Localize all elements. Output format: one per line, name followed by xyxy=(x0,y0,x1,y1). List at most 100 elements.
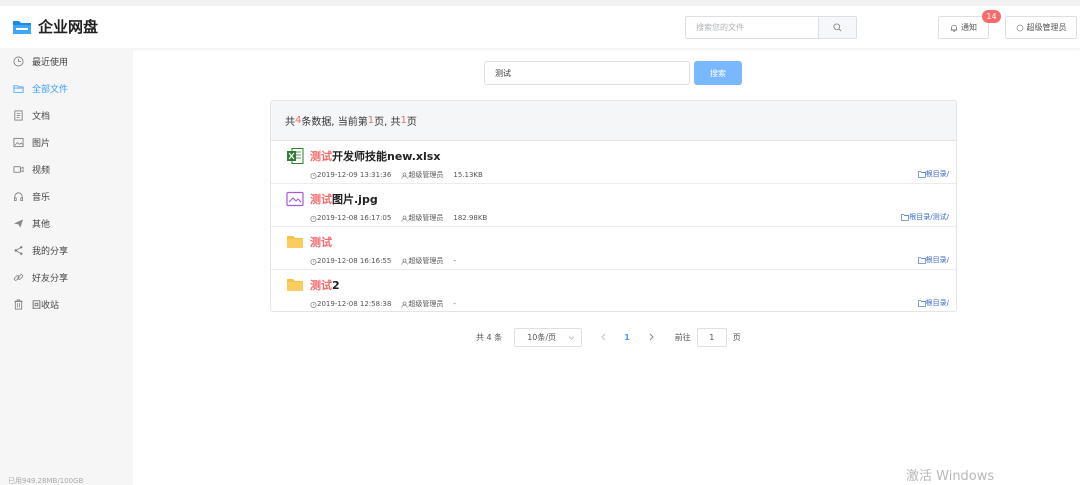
cloud-drive-logo-icon xyxy=(12,18,32,35)
video-icon xyxy=(12,163,24,175)
sidebar: 最近使用 全部文件 文档 图片 视频 音乐 其他 我的分享 好友分享 回收站 已… xyxy=(0,48,133,485)
pagination-total: 共 4 条 xyxy=(476,333,503,342)
sidebar-item-recent[interactable]: 最近使用 xyxy=(0,48,133,74)
pagination: 共 4 条 10条/页 1 前往 1 页 xyxy=(476,328,741,347)
file-size: - xyxy=(453,257,456,265)
file-path-link[interactable]: 根目录/测试/ xyxy=(901,212,949,222)
sidebar-item-label: 回收站 xyxy=(32,300,60,311)
file-name[interactable]: 测试2 xyxy=(310,277,340,293)
sidebar-item-label: 文档 xyxy=(32,111,51,122)
sidebar-item-music[interactable]: 音乐 xyxy=(0,183,133,209)
user-icon xyxy=(401,172,408,179)
user-icon xyxy=(401,301,408,308)
sidebar-item-images[interactable]: 图片 xyxy=(0,129,133,155)
goto-page-input[interactable]: 1 xyxy=(696,328,727,347)
file-meta: 2019-12-08 16:16:55 超级管理员 - xyxy=(310,256,456,266)
file-row[interactable]: 测试图片.jpg 2019-12-08 16:17:05 超级管理员 182.9… xyxy=(271,184,956,227)
folder-icon xyxy=(12,82,24,94)
storage-usage: 已用949.28MB/100GB xyxy=(8,477,84,485)
name-highlight: 测试 xyxy=(310,150,332,163)
file-name[interactable]: 测试图片.jpg xyxy=(310,191,378,207)
trash-icon xyxy=(12,298,24,310)
top-search-box xyxy=(685,16,857,39)
sidebar-item-label: 其他 xyxy=(32,219,51,230)
sidebar-item-label: 音乐 xyxy=(32,192,51,203)
chevron-down-icon xyxy=(568,336,575,340)
goto-suffix: 页 xyxy=(732,333,741,342)
alarm-clock-icon xyxy=(310,215,317,222)
file-path: 根目录/ xyxy=(925,256,949,264)
results-summary: 共 4 条数据, 当前第 1 页, 共1页 xyxy=(271,101,956,141)
summary-mid2: 页, 共 xyxy=(374,117,401,128)
file-row[interactable]: 测试开发师技能new.xlsx 2019-12-09 13:31:36 超级管理… xyxy=(271,141,956,184)
notification-button[interactable]: 通知 xyxy=(938,16,989,39)
file-path-link[interactable]: 根目录/ xyxy=(917,169,949,179)
file-meta: 2019-12-08 12:58:38 超级管理员 - xyxy=(310,299,456,309)
folder-icon xyxy=(286,233,304,251)
sidebar-item-label: 视频 xyxy=(32,165,51,176)
logo[interactable]: 企业网盘 xyxy=(12,16,98,37)
notification-label: 通知 xyxy=(961,23,977,32)
file-row[interactable]: 测试2 2019-12-08 12:58:38 超级管理员 - 根目录/ xyxy=(271,270,956,311)
page-size-select[interactable]: 10条/页 xyxy=(514,328,583,347)
file-time: 2019-12-08 12:58:38 xyxy=(317,300,392,308)
search-value: 测试 xyxy=(495,68,511,78)
file-time: 2019-12-09 13:31:36 xyxy=(317,171,392,179)
name-highlight: 测试 xyxy=(310,236,332,249)
prev-page-button[interactable] xyxy=(600,333,607,343)
file-name[interactable]: 测试 xyxy=(310,234,332,250)
file-owner: 超级管理员 xyxy=(408,257,444,265)
folder-outline-icon xyxy=(917,299,926,307)
excel-icon xyxy=(286,147,304,165)
user-circle-icon xyxy=(1016,24,1023,31)
send-icon xyxy=(12,217,24,229)
page-number-button[interactable]: 1 xyxy=(624,333,630,342)
folder-outline-icon xyxy=(917,170,926,178)
top-search-input[interactable] xyxy=(686,17,818,38)
top-search-button[interactable] xyxy=(818,17,856,38)
headphones-icon xyxy=(12,190,24,202)
page-size-value: 10条/页 xyxy=(527,333,557,342)
document-icon xyxy=(12,109,24,121)
file-size: 182.98KB xyxy=(453,214,488,222)
main-search-input[interactable]: 测试 xyxy=(484,61,690,85)
search-button[interactable]: 搜索 xyxy=(694,61,742,85)
app-title: 企业网盘 xyxy=(38,18,99,36)
name-rest: 图片.jpg xyxy=(332,193,378,206)
chevron-left-icon xyxy=(601,333,606,340)
file-time: 2019-12-08 16:16:55 xyxy=(317,257,392,265)
next-page-button[interactable] xyxy=(648,333,655,343)
goto-prefix: 前往 xyxy=(674,333,691,342)
file-path-link[interactable]: 根目录/ xyxy=(917,255,949,265)
sidebar-item-my-shares[interactable]: 我的分享 xyxy=(0,237,133,263)
file-path-link[interactable]: 根目录/ xyxy=(917,298,949,308)
file-row[interactable]: 测试 2019-12-08 16:16:55 超级管理员 - 根目录/ xyxy=(271,227,956,270)
file-meta: 2019-12-09 13:31:36 超级管理员 15.13KB xyxy=(310,170,483,180)
sidebar-item-label: 我的分享 xyxy=(32,246,69,257)
sidebar-item-other[interactable]: 其他 xyxy=(0,210,133,236)
sidebar-item-videos[interactable]: 视频 xyxy=(0,156,133,182)
file-meta: 2019-12-08 16:17:05 超级管理员 182.98KB xyxy=(310,213,487,223)
sidebar-item-label: 图片 xyxy=(32,138,51,149)
results-card: 共 4 条数据, 当前第 1 页, 共1页 测试开发师技能new.xlsx 2019-1… xyxy=(270,100,957,312)
folder-outline-icon xyxy=(917,256,926,264)
name-rest: 开发师技能new.xlsx xyxy=(332,150,441,163)
sidebar-item-recycle-bin[interactable]: 回收站 xyxy=(0,291,133,317)
summary-mid: 条数据, 当前第 xyxy=(301,117,368,128)
sidebar-item-all-files[interactable]: 全部文件 xyxy=(0,75,133,101)
chevron-right-icon xyxy=(649,333,654,340)
bell-icon xyxy=(950,24,958,32)
alarm-clock-icon xyxy=(310,172,317,179)
file-name[interactable]: 测试开发师技能new.xlsx xyxy=(310,148,440,164)
goto-value: 1 xyxy=(709,333,715,342)
clock-icon xyxy=(12,55,24,67)
sidebar-item-label: 全部文件 xyxy=(32,84,69,95)
user-menu-button[interactable]: 超级管理员 xyxy=(1005,16,1077,39)
sidebar-item-friend-shares[interactable]: 好友分享 xyxy=(0,264,133,290)
link-icon xyxy=(12,271,24,283)
file-owner: 超级管理员 xyxy=(408,171,444,179)
summary-prefix: 共 xyxy=(285,117,295,128)
alarm-clock-icon xyxy=(310,301,317,308)
sidebar-item-documents[interactable]: 文档 xyxy=(0,102,133,128)
file-time: 2019-12-08 16:17:05 xyxy=(317,214,392,222)
